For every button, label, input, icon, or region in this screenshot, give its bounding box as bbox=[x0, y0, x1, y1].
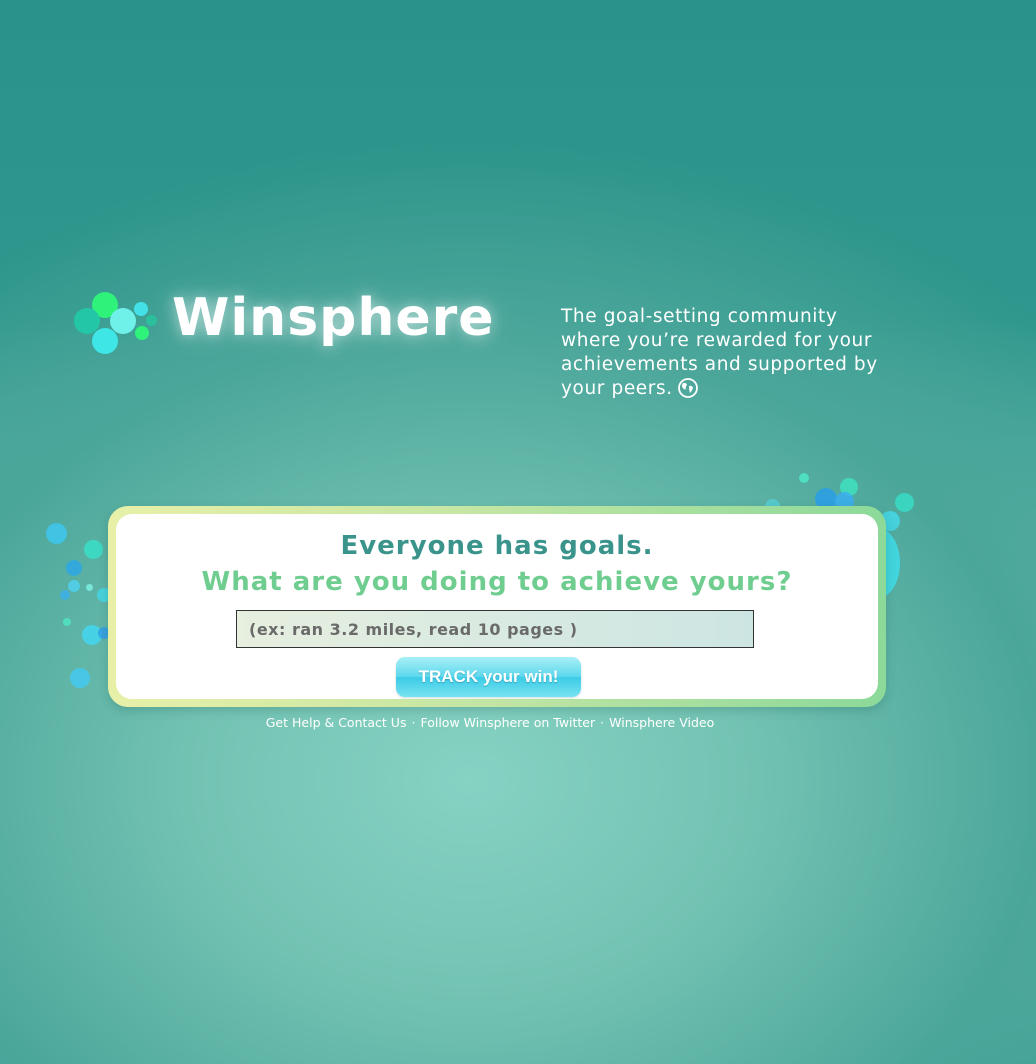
card-subheadline: What are you doing to achieve yours? bbox=[201, 567, 793, 597]
winsphere-logo[interactable]: Winsphere bbox=[72, 286, 495, 360]
tagline-text: The goal-setting community where you’re … bbox=[561, 306, 878, 399]
logo-bubbles-icon bbox=[72, 286, 162, 356]
footer-help-contact-link[interactable]: Get Help & Contact Us bbox=[266, 715, 407, 730]
footer-separator: · bbox=[600, 715, 605, 730]
footer-twitter-link[interactable]: Follow Winsphere on Twitter bbox=[420, 715, 595, 730]
footer-video-link[interactable]: Winsphere Video bbox=[609, 715, 714, 730]
goal-card: Everyone has goals. What are you doing t… bbox=[108, 506, 886, 707]
footer-links: Get Help & Contact Us · Follow Winsphere o… bbox=[0, 715, 980, 730]
logo-wordmark: Winsphere bbox=[172, 288, 495, 348]
footer-separator: · bbox=[411, 715, 416, 730]
win-input[interactable] bbox=[236, 610, 754, 648]
track-win-button[interactable]: TRACK your win! bbox=[396, 657, 581, 697]
globe-icon[interactable] bbox=[677, 377, 699, 399]
tagline: The goal-setting community where you’re … bbox=[561, 305, 891, 401]
card-headline: Everyone has goals. bbox=[340, 531, 654, 561]
goal-card-body: Everyone has goals. What are you doing t… bbox=[116, 514, 878, 699]
